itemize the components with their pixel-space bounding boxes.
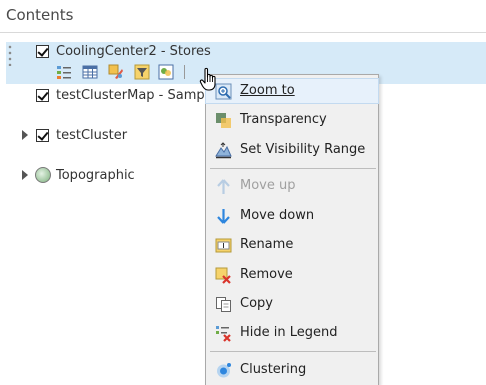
menu-item-hide-in-legend[interactable]: Hide in Legend	[206, 321, 378, 345]
show-legend-icon[interactable]	[56, 64, 72, 80]
menu-item-clustering[interactable]: Clustering	[206, 358, 378, 382]
menu-item-label: Copy	[240, 296, 273, 311]
menu-item-zoom-to[interactable]: Zoom to	[205, 78, 379, 104]
menu-item-label: Clustering	[240, 362, 307, 377]
menu-item-label: Remove	[240, 267, 293, 282]
drag-handle-icon[interactable]	[8, 44, 12, 66]
hide-in-legend-icon	[216, 326, 231, 342]
layer-context-menu: Zoom to Transparency Set Visibility Rang…	[205, 74, 379, 385]
panel-title: Contents	[6, 6, 74, 24]
basemap-globe-icon	[35, 167, 51, 183]
menu-separator	[210, 351, 376, 352]
expand-arrow-icon[interactable]	[22, 130, 28, 140]
menu-item-transparency[interactable]: Transparency	[206, 108, 378, 132]
layer-name[interactable]: testClusterMap - Sample	[56, 88, 216, 103]
change-style-icon[interactable]	[108, 64, 124, 80]
menu-item-move-down[interactable]: Move down	[206, 204, 378, 228]
menu-item-label: Rename	[240, 237, 294, 252]
menu-item-label: Transparency	[240, 112, 327, 127]
menu-separator	[210, 168, 376, 169]
menu-item-label: Set Visibility Range	[240, 142, 366, 157]
menu-item-move-up[interactable]: Move up	[206, 174, 378, 198]
layer-visibility-checkbox[interactable]	[36, 89, 49, 102]
menu-item-label: Zoom to	[240, 83, 295, 98]
filter-icon[interactable]	[134, 64, 150, 80]
layer-visibility-checkbox[interactable]	[36, 129, 49, 142]
layer-name[interactable]: Topographic	[56, 168, 135, 183]
menu-item-set-visibility-range[interactable]: Set Visibility Range	[206, 138, 378, 162]
menu-item-remove[interactable]: Remove	[206, 263, 378, 287]
show-table-icon[interactable]	[82, 64, 98, 80]
expand-arrow-icon[interactable]	[22, 170, 28, 180]
menu-item-label: Hide in Legend	[240, 325, 338, 340]
title-divider	[0, 32, 486, 33]
rename-icon	[215, 238, 232, 253]
tool-separator	[184, 65, 185, 79]
transparency-icon	[216, 113, 231, 128]
move-down-icon	[217, 209, 230, 224]
copy-icon	[216, 297, 231, 312]
layer-name[interactable]: testCluster	[56, 128, 127, 143]
visibility-range-icon	[215, 142, 232, 159]
layer-visibility-checkbox[interactable]	[36, 45, 49, 58]
menu-item-rename[interactable]: Rename	[206, 233, 378, 257]
clustering-icon	[217, 363, 231, 378]
layer-name[interactable]: CoolingCenter2 - Stores	[56, 44, 211, 59]
menu-item-label: Move down	[240, 208, 315, 223]
perform-analysis-icon[interactable]	[158, 64, 174, 80]
remove-icon	[215, 267, 231, 284]
menu-item-copy[interactable]: Copy	[206, 292, 378, 316]
move-up-icon	[217, 179, 230, 194]
menu-item-label: Move up	[240, 178, 296, 193]
hand-cursor-icon	[199, 67, 216, 91]
